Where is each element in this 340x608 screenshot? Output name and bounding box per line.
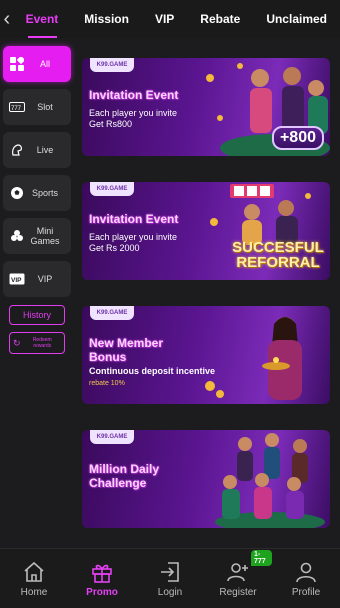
card-desc: Each player you invite <box>89 108 178 118</box>
promo-card-million-daily-challenge[interactable]: K99.GAME Million Daily Challenge <box>82 430 330 528</box>
referral-banner-text: SUCCESFUL REFORRAL <box>232 239 324 271</box>
brand-tag: K99.GAME <box>90 306 134 320</box>
vip-icon: VIP <box>9 271 25 287</box>
card-desc: Each player you invite <box>89 232 178 242</box>
sidebar-item-label: Mini Games <box>30 226 60 246</box>
card-desc-amount: Get Rs800 <box>89 119 133 129</box>
svg-text:777: 777 <box>11 106 22 112</box>
promo-card-new-member-bonus[interactable]: K99.GAME New Member Bonus Continuous dep… <box>82 306 330 404</box>
category-sidebar: All 777 Slot Live Sports Mini Games VIP … <box>0 46 74 354</box>
sidebar-item-label: Live <box>36 145 54 155</box>
bottom-navigation: Home Promo Login Register 1-777 Profile <box>0 548 340 608</box>
nav-label: Login <box>157 586 183 598</box>
sidebar-item-live[interactable]: Live <box>3 132 71 168</box>
tab-rebate[interactable]: Rebate <box>187 0 253 38</box>
bonus-illustration <box>205 317 302 400</box>
nav-label: Promo <box>86 586 118 598</box>
card-title: Invitation Event <box>89 88 179 102</box>
tab-unclaimed[interactable]: Unclaimed <box>253 0 340 38</box>
nav-home[interactable]: Home <box>0 549 68 608</box>
redeem-label: Redeem rewards <box>32 337 52 349</box>
nav-label: Home <box>20 586 48 598</box>
clover-icon <box>9 228 25 244</box>
card-title: New Member Bonus <box>89 336 164 364</box>
brand-tag: K99.GAME <box>90 430 134 444</box>
brand-tag: K99.GAME <box>90 182 134 196</box>
promo-card-invitation-800[interactable]: K99.GAME Invitation Event Each player yo… <box>82 58 330 156</box>
sidebar-item-all[interactable]: All <box>3 46 71 82</box>
sidebar-item-label: Sports <box>31 188 58 198</box>
slot-icon: 777 <box>9 99 25 115</box>
nav-register[interactable]: Register 1-777 <box>204 549 272 608</box>
live-icon <box>9 142 25 158</box>
card-desc-rebate: rebate 10% <box>89 380 125 387</box>
user-icon <box>293 560 319 584</box>
challenge-illustration <box>215 433 325 528</box>
sidebar-item-label: VIP <box>37 274 53 284</box>
chevron-left-icon: ‹ <box>3 7 11 30</box>
card-title: Invitation Event <box>89 212 179 226</box>
gift-icon <box>89 560 115 584</box>
svg-text:VIP: VIP <box>11 277 22 284</box>
register-badge: 1-777 <box>251 550 272 566</box>
sidebar-item-sports[interactable]: Sports <box>3 175 71 211</box>
sidebar-item-vip[interactable]: VIP VIP <box>3 261 71 297</box>
card-desc-amount: Get Rs 2000 <box>89 243 140 253</box>
back-button[interactable]: ‹ <box>0 0 14 38</box>
sidebar-item-slot[interactable]: 777 Slot <box>3 89 71 125</box>
promo-card-invitation-2000[interactable]: K99.GAME Invitation Event Each player yo… <box>82 182 330 280</box>
reward-badge: +800 <box>271 126 324 150</box>
nav-label: Profile <box>291 586 321 598</box>
home-icon <box>21 560 47 584</box>
redeem-rewards-button[interactable]: ↻ Redeem rewards <box>9 332 65 354</box>
sidebar-item-label: All <box>39 59 50 69</box>
nav-login[interactable]: Login <box>136 549 204 608</box>
login-icon <box>157 560 183 584</box>
promo-list: K99.GAME Invitation Event Each player yo… <box>82 58 330 554</box>
tab-mission[interactable]: Mission <box>71 0 142 38</box>
top-navigation: ‹ Event Mission VIP Rebate Unclaimed <box>0 0 340 38</box>
tab-event[interactable]: Event <box>14 0 72 38</box>
tab-bar: Event Mission VIP Rebate Unclaimed <box>14 0 340 38</box>
sidebar-item-mini-games[interactable]: Mini Games <box>3 218 71 254</box>
soccer-icon <box>9 185 25 201</box>
brand-tag: K99.GAME <box>90 58 134 72</box>
sidebar-item-label: Slot <box>37 102 53 112</box>
card-title: Million Daily Challenge <box>89 462 160 490</box>
refresh-icon: ↻ <box>13 338 21 348</box>
nav-profile[interactable]: Profile <box>272 549 340 608</box>
nav-promo[interactable]: Promo <box>68 549 136 608</box>
add-user-icon <box>225 560 251 584</box>
grid-icon <box>9 56 25 72</box>
tab-vip[interactable]: VIP <box>142 0 187 38</box>
nav-label: Register <box>219 586 257 598</box>
history-button[interactable]: History <box>9 305 65 325</box>
